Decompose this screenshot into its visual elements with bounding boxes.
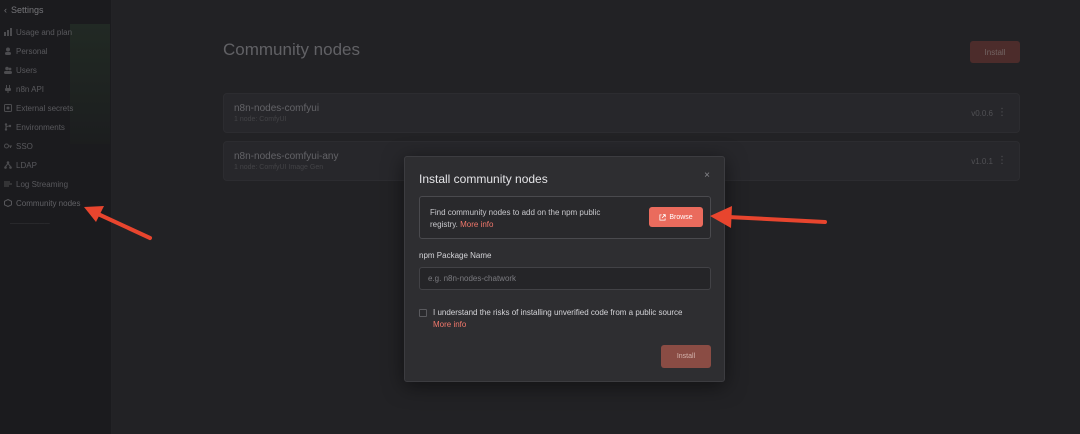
package-name-label: npm Package Name (419, 251, 492, 260)
dialog-install-button[interactable]: Install (661, 345, 711, 368)
browse-button[interactable]: Browse (649, 207, 703, 227)
risk-acknowledge-checkbox[interactable] (419, 309, 427, 317)
risk-more-info-link[interactable]: More info (433, 320, 466, 329)
info-text: Find community nodes to add on the npm p… (430, 208, 601, 229)
package-name-input[interactable] (419, 267, 711, 290)
more-info-link[interactable]: More info (460, 220, 493, 229)
close-icon[interactable]: × (704, 170, 710, 181)
info-text-block: Find community nodes to add on the npm p… (430, 207, 630, 231)
install-community-nodes-dialog: Install community nodes × Find community… (404, 156, 725, 382)
external-link-icon (659, 213, 667, 221)
info-box: Find community nodes to add on the npm p… (419, 196, 711, 239)
dialog-title: Install community nodes (419, 172, 548, 186)
browse-label: Browse (669, 213, 693, 221)
risk-acknowledge-label[interactable]: I understand the risks of installing unv… (433, 308, 713, 317)
